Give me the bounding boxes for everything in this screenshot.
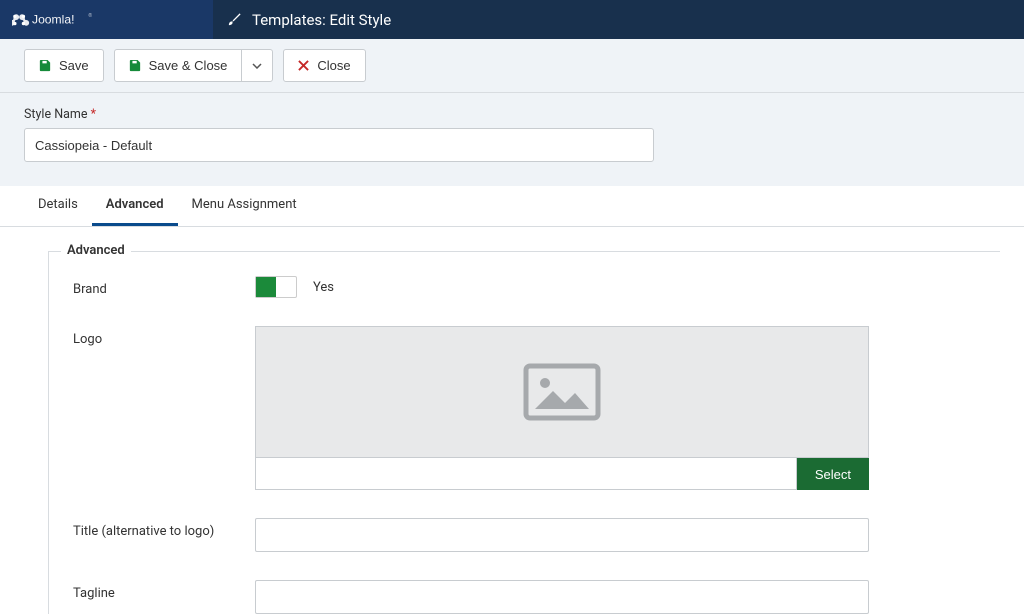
tabs: Details Advanced Menu Assignment (0, 186, 1024, 227)
field-title: Title (alternative to logo) (73, 518, 1000, 552)
tab-content: Advanced Brand Yes Logo (0, 227, 1024, 614)
brand-toggle[interactable] (255, 276, 297, 298)
toolbar: Save Save & Close Close (0, 39, 1024, 93)
style-name-input[interactable] (24, 128, 654, 162)
save-button[interactable]: Save (24, 49, 104, 82)
logo-preview[interactable] (255, 326, 869, 458)
tab-advanced[interactable]: Advanced (92, 186, 178, 226)
save-close-dropdown[interactable] (241, 49, 273, 82)
app-header: Joomla! ® Templates: Edit Style (0, 0, 1024, 39)
close-icon (298, 60, 309, 71)
title-input[interactable] (255, 518, 869, 552)
title-label: Title (alternative to logo) (73, 518, 255, 539)
field-logo: Logo Select (73, 326, 1000, 490)
close-button[interactable]: Close (283, 49, 365, 82)
tab-menu-assignment[interactable]: Menu Assignment (178, 186, 311, 226)
fieldset-advanced: Advanced Brand Yes Logo (48, 251, 1000, 614)
joomla-logo: Joomla! ® (12, 10, 112, 30)
logo-label: Logo (73, 326, 255, 347)
save-icon (39, 60, 51, 72)
fieldset-legend: Advanced (61, 243, 131, 258)
brush-icon (227, 12, 242, 27)
save-close-button[interactable]: Save & Close (114, 49, 243, 82)
switch-knob (256, 277, 276, 297)
save-close-group: Save & Close (114, 49, 274, 82)
brand-label: Brand (73, 276, 255, 297)
tabs-container: Details Advanced Menu Assignment Advance… (0, 186, 1024, 614)
chevron-down-icon (252, 63, 262, 69)
logo-select-button[interactable]: Select (797, 458, 869, 490)
save-icon (129, 60, 141, 72)
svg-text:®: ® (88, 12, 92, 19)
page-title: Templates: Edit Style (252, 11, 391, 29)
tagline-input[interactable] (255, 580, 869, 614)
field-tagline: Tagline (73, 580, 1000, 614)
image-placeholder-icon (523, 363, 601, 421)
page-title-bar: Templates: Edit Style (213, 0, 1024, 39)
brand-area: Joomla! ® (0, 0, 213, 39)
field-brand: Brand Yes (73, 276, 1000, 298)
required-indicator: * (91, 107, 96, 122)
style-name-label: Style Name * (24, 107, 1000, 122)
tagline-label: Tagline (73, 580, 255, 601)
svg-text:Joomla!: Joomla! (32, 12, 74, 26)
form-header-area: Style Name * (0, 93, 1024, 186)
brand-value-text: Yes (313, 280, 334, 295)
tab-details[interactable]: Details (24, 186, 92, 226)
logo-path-input[interactable] (255, 458, 797, 490)
